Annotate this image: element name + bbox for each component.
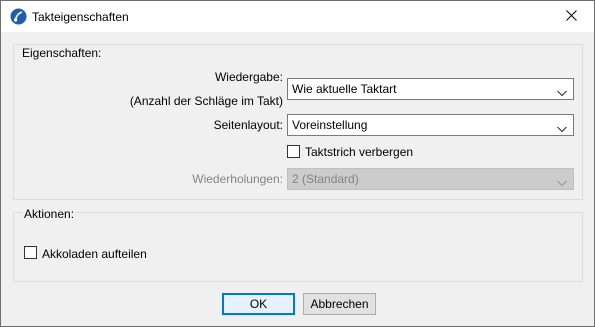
- repeats-dropdown: 2 (Standard): [287, 168, 574, 190]
- window-title: Takteigenschaften: [32, 10, 129, 24]
- playback-label: Wiedergabe:: [214, 70, 283, 84]
- repeats-dropdown-value: 2 (Standard): [292, 172, 359, 186]
- page-layout-label: Seitenlayout:: [213, 118, 283, 132]
- playback-sublabel: (Anzahl der Schläge im Takt): [129, 94, 283, 108]
- title-bar: Takteigenschaften: [1, 1, 594, 32]
- cancel-button-label: Abbrechen: [310, 297, 369, 311]
- cancel-button[interactable]: Abbrechen: [303, 293, 376, 315]
- page-layout-dropdown[interactable]: Voreinstellung: [287, 114, 574, 136]
- chevron-down-icon: [557, 122, 567, 133]
- split-braces-checkbox[interactable]: [24, 246, 37, 259]
- split-braces-label[interactable]: Akkoladen aufteilen: [42, 247, 147, 261]
- properties-group-title: Eigenschaften:: [22, 46, 102, 60]
- chevron-down-icon: [557, 86, 567, 97]
- playback-dropdown-value: Wie aktuelle Taktart: [292, 82, 397, 96]
- actions-group-title: Aktionen:: [22, 207, 77, 221]
- repeats-label: Wiederholungen:: [192, 172, 283, 186]
- music-note-icon: [10, 8, 27, 25]
- hide-barline-checkbox[interactable]: [287, 145, 300, 158]
- ok-button[interactable]: OK: [222, 293, 295, 315]
- playback-dropdown[interactable]: Wie aktuelle Taktart: [287, 78, 574, 100]
- close-button[interactable]: [548, 1, 594, 32]
- close-icon: [565, 9, 577, 24]
- page-layout-dropdown-value: Voreinstellung: [292, 118, 368, 132]
- ok-button-label: OK: [249, 297, 268, 311]
- dialog-window: Takteigenschaften Eigenschaften: Wiederg…: [0, 0, 595, 327]
- chevron-down-icon: [557, 176, 567, 187]
- hide-barline-label[interactable]: Taktstrich verbergen: [305, 145, 413, 159]
